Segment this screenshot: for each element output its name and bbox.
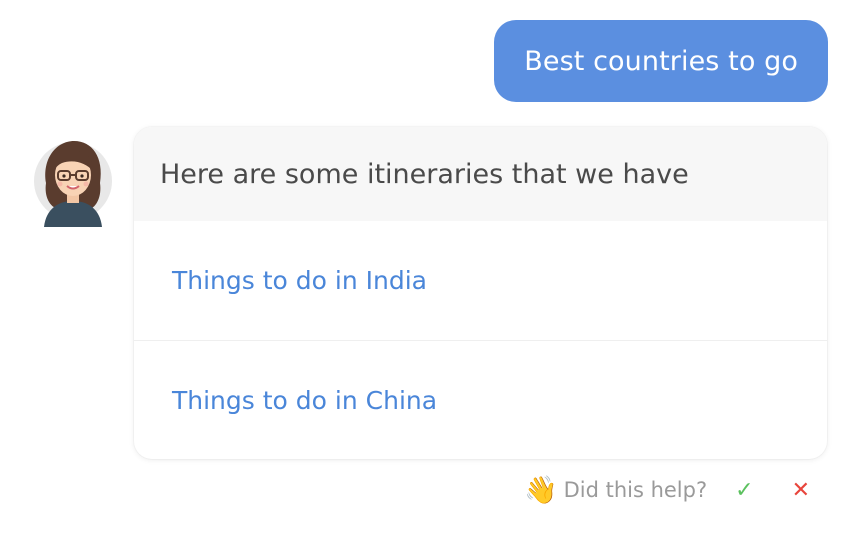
checkmark-icon[interactable]: ✓ [735,478,753,503]
user-message-text: Best countries to go [524,45,798,77]
feedback-row: 👋 Did this help? ✓ ✕ [524,470,810,510]
user-message-bubble: Best countries to go [494,20,828,102]
option-india-link[interactable]: Things to do in India [134,221,827,340]
waving-hand-icon: 👋 [523,475,558,506]
bot-message-card: Here are some itineraries that we have T… [134,127,827,459]
avatar-woman-glasses-icon [34,141,112,227]
bot-avatar [34,137,112,227]
option-china-link[interactable]: Things to do in China [134,340,827,459]
chat-window: Best countries to go Here are some itine… [0,0,850,538]
bot-message-text: Here are some itineraries that we have [134,127,827,221]
feedback-question: Did this help? [563,478,708,502]
close-icon[interactable]: ✕ [792,478,810,503]
